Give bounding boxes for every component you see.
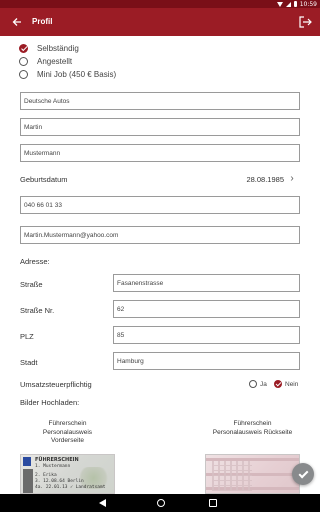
caption-line: Führerschein [48, 420, 87, 427]
street-number-label: Straße Nr. [20, 306, 55, 315]
birthdate-value[interactable]: 28.08.1985 [246, 175, 284, 184]
check-icon [298, 468, 308, 478]
radio-unchecked-icon[interactable] [19, 69, 28, 79]
nav-recents-icon[interactable] [209, 499, 217, 507]
licence-front-image[interactable]: FÜHRERSCHEIN 1. Mustermann 2. Erika 3. 1… [20, 454, 115, 494]
licence-line: 3. 12.08.64 Berlin [35, 479, 84, 484]
app-bar: Profil [0, 8, 320, 36]
radio-label: Mini Job (450 € Basis) [37, 69, 117, 79]
caption-line: Vorderseite [51, 437, 84, 444]
status-icons: 10:59 [276, 0, 317, 8]
tax-yes-label: Ja [260, 380, 267, 388]
first-name-field[interactable]: Martin [20, 118, 300, 136]
nav-home-icon[interactable] [157, 499, 165, 507]
signal-icon [285, 1, 291, 7]
eu-flag-icon [23, 457, 31, 466]
logout-icon[interactable] [296, 13, 314, 31]
radio-label: Angestellt [37, 56, 73, 66]
address-heading: Adresse: [20, 257, 50, 266]
birthdate-label: Geburtsdatum [20, 175, 68, 184]
radio-selbstaendig[interactable]: Selbständig [19, 41, 79, 55]
radio-minijob[interactable]: Mini Job (450 € Basis) [19, 67, 116, 81]
tax-label: Umsatzsteuerpflichtig [20, 380, 92, 389]
last-name-field[interactable]: Mustermann [20, 144, 300, 162]
tax-yes-option[interactable]: Ja [249, 378, 267, 390]
zip-field[interactable]: 85 [113, 326, 300, 344]
licence-photo [23, 469, 33, 493]
street-number-field[interactable]: 62 [113, 300, 300, 318]
page-title: Profil [32, 17, 53, 26]
licence-header: FÜHRERSCHEIN [35, 457, 79, 463]
caption-line: Personalausweis Rückseite [212, 428, 293, 436]
system-nav-bar [0, 494, 320, 512]
card-grid [212, 461, 252, 491]
street-label: Straße [20, 280, 43, 289]
radio-angestellt[interactable]: Angestellt [19, 54, 72, 68]
caption-line: Führerschein [233, 420, 272, 427]
radio-unchecked-icon[interactable] [249, 380, 257, 388]
back-caption: Führerschein Personalausweis Rückseite [195, 420, 310, 437]
phone-field[interactable]: 040 66 01 33 [20, 196, 300, 214]
licence-line: 2. Erika [35, 473, 57, 478]
upload-heading: Bilder Hochladen: [20, 398, 80, 407]
status-time: 10:59 [299, 0, 317, 8]
wifi-icon [276, 1, 283, 7]
arrow-left-icon[interactable] [7, 12, 27, 32]
tax-no-label: Nein [285, 380, 299, 388]
licence-line: 4a. 22.01.13 ✓ Landratsamt [35, 485, 106, 490]
status-bar: 10:59 [0, 0, 320, 8]
radio-unchecked-icon[interactable] [19, 56, 28, 66]
caption-line: Personalausweis [42, 428, 93, 436]
zip-label: PLZ [20, 332, 34, 341]
radio-label: Selbständig [37, 43, 79, 53]
save-fab-button[interactable] [292, 463, 314, 485]
tax-no-option[interactable]: Nein [274, 378, 298, 390]
licence-back-image[interactable] [205, 454, 300, 494]
email-field[interactable]: Martin.Mustermann@yahoo.com [20, 226, 300, 244]
radio-checked-icon[interactable] [19, 43, 28, 53]
battery-icon [293, 1, 297, 7]
city-field[interactable]: Hamburg [113, 352, 300, 370]
front-caption: Führerschein Personalausweis Vorderseite [20, 420, 115, 446]
company-field[interactable]: Deutsche Autos [20, 92, 300, 110]
nav-back-icon[interactable] [99, 499, 106, 507]
chevron-right-icon[interactable]: › [286, 173, 298, 185]
city-label: Stadt [20, 358, 38, 367]
licence-line: 1. Mustermann [35, 464, 71, 469]
street-field[interactable]: Fasanenstrasse [113, 274, 300, 292]
radio-checked-icon[interactable] [274, 380, 282, 388]
